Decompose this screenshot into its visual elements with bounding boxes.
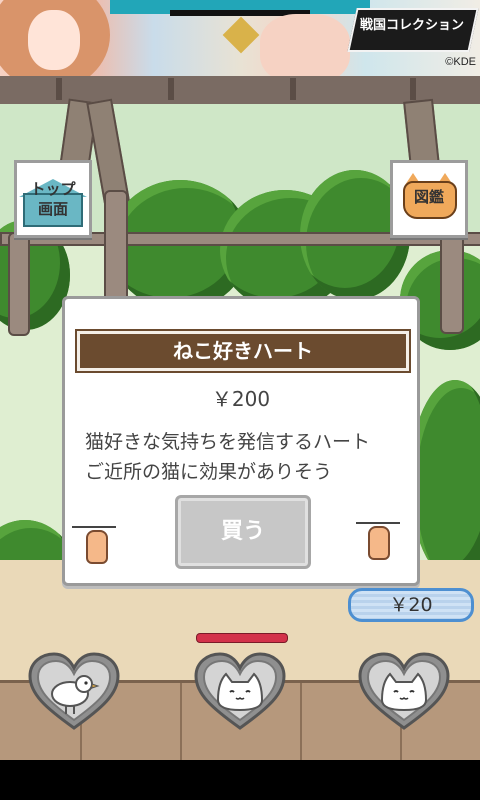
left-arrow-icon	[72, 526, 116, 528]
system-bar	[0, 760, 480, 800]
bird-heart-tab[interactable]	[26, 650, 122, 732]
bird-heart-icon	[28, 652, 120, 730]
item-price: ￥200	[211, 387, 271, 411]
bush	[410, 380, 480, 580]
item-title: ねこ好きハート	[173, 339, 313, 363]
ad-character-face	[28, 10, 80, 70]
top-screen-label-line1: トップ	[30, 180, 76, 198]
ad-banner[interactable]: 戦国コレクション ©KDE	[0, 0, 480, 76]
cat-heart-tab[interactable]	[356, 650, 452, 732]
item-description-line1: 猫好きな気持ちを発信するハート	[85, 431, 371, 453]
cat-heart-tab[interactable]	[192, 650, 288, 732]
ad-copyright: ©KDE	[445, 56, 476, 68]
money-amount: ￥20	[389, 594, 433, 616]
beam-slat	[56, 78, 62, 100]
fence-post	[8, 232, 30, 336]
pointing-hand-icon	[368, 526, 390, 560]
previous-item-button[interactable]	[72, 520, 118, 564]
buy-label: 買う	[220, 519, 265, 544]
plank-line	[180, 683, 182, 760]
beam-slat	[290, 78, 296, 100]
ad-logo-text: 戦国コレクション	[359, 18, 464, 33]
ad-decoration	[222, 16, 260, 54]
plank-line	[300, 683, 302, 760]
top-screen-button[interactable]: トップ 画面	[14, 160, 92, 238]
game-screen: 戦国コレクション ©KDE トップ 画面 図鑑 ねこ好きハート ￥200 猫好き…	[0, 0, 480, 760]
pointing-hand-icon	[86, 530, 108, 564]
beam-slat	[168, 78, 174, 100]
cat-heart-icon	[358, 652, 450, 730]
top-screen-label-line2: 画面	[37, 200, 68, 218]
cat-heart-icon	[194, 652, 286, 730]
dialog-title-bar: ねこ好きハート	[75, 329, 411, 373]
next-item-button[interactable]	[354, 516, 400, 560]
ad-character-body	[260, 14, 350, 76]
zukan-label: 図鑑	[413, 188, 444, 206]
beam-slat	[410, 78, 416, 100]
right-arrow-icon	[356, 522, 400, 524]
page-indicator	[196, 633, 288, 643]
item-description-line2: ご近所の猫に効果がありそう	[85, 461, 333, 483]
money-display: ￥20	[348, 588, 474, 622]
buy-button[interactable]: 買う	[175, 495, 311, 569]
zukan-button[interactable]: 図鑑	[390, 160, 468, 238]
